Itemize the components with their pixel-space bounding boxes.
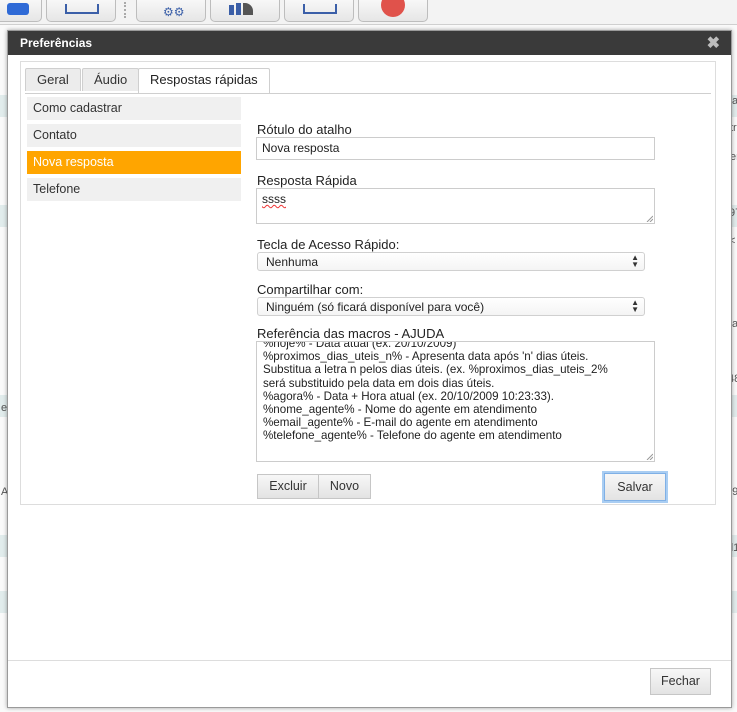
macro-line: %nome_agente% - Nome do agente em atendi…: [263, 403, 537, 417]
macros-label: Referência das macros - AJUDA: [257, 326, 445, 341]
record-icon: [381, 0, 405, 17]
delete-button[interactable]: Excluir: [257, 474, 319, 499]
macro-line: %agora% - Data + Hora atual (ex. 20/10/2…: [263, 389, 554, 403]
reply-text: ssss: [262, 192, 286, 206]
chart-icon: [229, 3, 257, 15]
tab-bar: Geral Áudio Respostas rápidas: [25, 68, 711, 94]
toolbar-button-keyboard-2[interactable]: [284, 0, 354, 22]
macro-line: %telefone_agente% - Telefone do agente e…: [263, 429, 562, 443]
select-arrows-icon: ▲ ▼: [631, 253, 639, 269]
dialog-titlebar[interactable]: Preferências ✖: [8, 31, 731, 55]
app-toolbar: ⚙⚙: [0, 0, 737, 25]
reply-textarea[interactable]: ssss: [256, 188, 655, 224]
macro-line: será substituido pela data em dois dias …: [263, 376, 495, 390]
reply-label: Resposta Rápida: [257, 173, 357, 188]
toolbar-separator: [124, 2, 126, 18]
save-button[interactable]: Salvar: [604, 473, 666, 501]
list-item-contato[interactable]: Contato: [27, 124, 241, 147]
quick-replies-list: Como cadastrar Contato Nova resposta Tel…: [27, 97, 241, 205]
tab-divider: [25, 93, 711, 94]
macro-line: Substitua a letra n pelos dias úteis. (e…: [263, 363, 608, 377]
toolbar-button-chart[interactable]: [210, 0, 280, 22]
hotkey-select[interactable]: Nenhuma ▲ ▼: [257, 252, 645, 271]
gears-icon: ⚙⚙: [163, 5, 185, 19]
macro-line: %hoje% - Data atual (ex. 20/10/2009): [263, 341, 457, 350]
macro-line: %email_agente% - E-mail do agente em ate…: [263, 416, 538, 430]
list-item-telefone[interactable]: Telefone: [27, 178, 241, 201]
dialog-footer: [8, 660, 731, 661]
macros-reference-textarea[interactable]: %hoje% - Data atual (ex. 20/10/2009) %pr…: [256, 341, 655, 462]
preferences-dialog: Preferências ✖ Geral Áudio Respostas ráp…: [7, 30, 732, 708]
tab-respostas-rapidas[interactable]: Respostas rápidas: [138, 68, 270, 94]
list-item-como-cadastrar[interactable]: Como cadastrar: [27, 97, 241, 120]
keyboard-icon: [303, 4, 337, 14]
shortcut-input[interactable]: Nova resposta: [256, 137, 655, 160]
keyboard-icon: [65, 4, 99, 14]
resize-grip-icon[interactable]: [645, 452, 653, 460]
toolbar-button-keyboard[interactable]: [46, 0, 116, 22]
share-selected: Ninguém (só ficará disponível para você): [266, 300, 485, 314]
share-select[interactable]: Ninguém (só ficará disponível para você)…: [257, 297, 645, 316]
close-icon[interactable]: ✖: [707, 33, 720, 53]
resize-grip-icon[interactable]: [645, 214, 653, 222]
dialog-title: Preferências: [20, 36, 93, 50]
tab-audio[interactable]: Áudio: [82, 68, 140, 91]
tab-geral[interactable]: Geral: [25, 68, 81, 91]
new-button[interactable]: Novo: [318, 474, 371, 499]
shortcut-label: Rótulo do atalho: [257, 122, 352, 137]
close-button[interactable]: Fechar: [650, 668, 711, 695]
dialog-content: Geral Áudio Respostas rápidas Como cadas…: [20, 61, 716, 505]
toolbar-button-1[interactable]: [0, 0, 42, 22]
hotkey-label: Tecla de Acesso Rápido:: [257, 237, 400, 252]
hotkey-selected: Nenhuma: [266, 255, 319, 269]
select-arrows-icon: ▲ ▼: [631, 298, 639, 314]
share-label: Compartilhar com:: [257, 282, 364, 297]
macro-line: %proximos_dias_uteis_n% - Apresenta data…: [263, 350, 589, 364]
list-item-nova-resposta[interactable]: Nova resposta: [27, 151, 241, 174]
app-icon: [7, 3, 29, 15]
toolbar-button-settings[interactable]: ⚙⚙: [136, 0, 206, 22]
toolbar-button-record[interactable]: [358, 0, 428, 22]
